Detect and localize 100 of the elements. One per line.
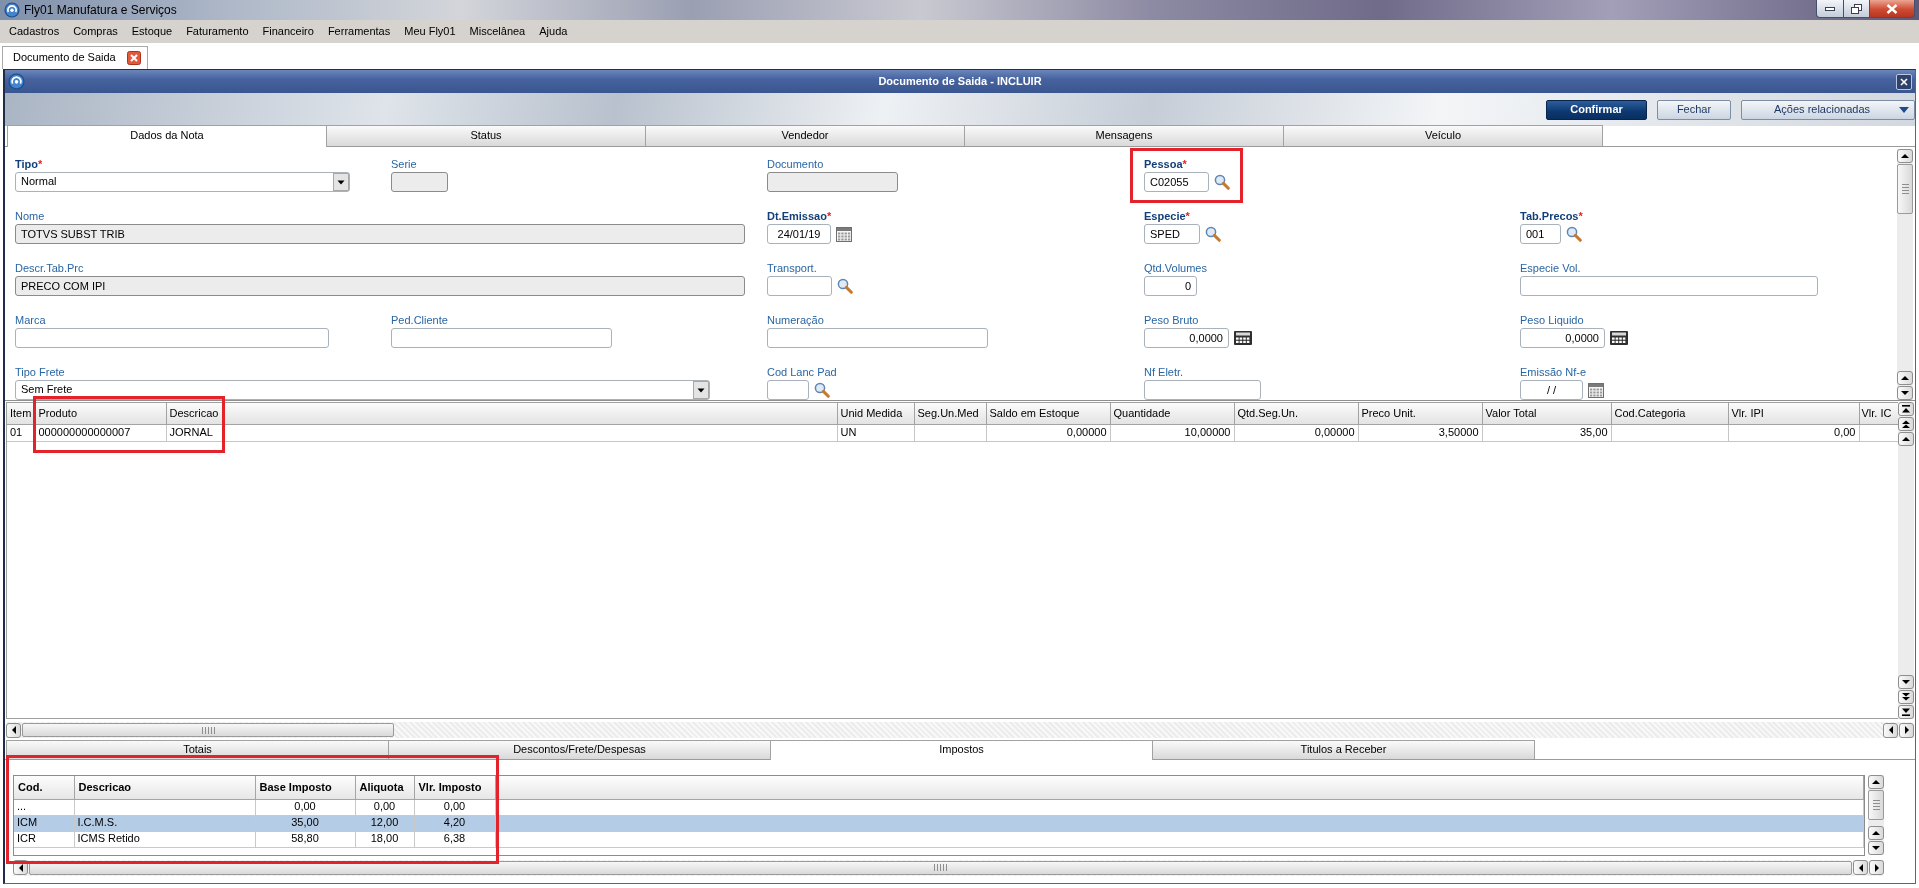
- scroll-left-button[interactable]: [1883, 722, 1898, 738]
- horizontal-scrollbar[interactable]: [6, 722, 1914, 738]
- left-arrow-icon: [1857, 863, 1864, 872]
- search-icon[interactable]: [1205, 226, 1221, 242]
- scroll-right-button[interactable]: [1869, 860, 1884, 875]
- scroll-down-button[interactable]: [1898, 675, 1914, 689]
- scroll-top-button[interactable]: [1898, 402, 1914, 416]
- lookup-field[interactable]: [767, 276, 832, 296]
- down-arrow-icon: [1902, 679, 1910, 685]
- double-up-arrow-icon: [1902, 420, 1910, 428]
- column-header: Cod.: [14, 776, 74, 799]
- date-field[interactable]: 24/01/19: [767, 224, 831, 244]
- search-icon[interactable]: [1566, 226, 1582, 242]
- scroll-right-button[interactable]: [1899, 722, 1914, 738]
- scrollbar-thumb[interactable]: [1868, 790, 1884, 820]
- tab[interactable]: Descontos/Frete/Despesas: [388, 740, 771, 759]
- document-tab[interactable]: Documento de Saida: [2, 46, 148, 69]
- scroll-bottom-button[interactable]: [1898, 705, 1914, 719]
- scroll-left-button[interactable]: [6, 722, 21, 738]
- minimize-button[interactable]: [1816, 0, 1844, 18]
- calculator-icon[interactable]: [1234, 331, 1252, 345]
- menu-item[interactable]: Ferramentas: [320, 20, 398, 43]
- text-field[interactable]: [1144, 380, 1261, 400]
- table-cell: 0,00000: [1234, 424, 1358, 441]
- text-field[interactable]: TOTVS SUBST TRIB: [15, 224, 745, 244]
- logo-icon: [8, 73, 25, 90]
- lookup-field[interactable]: C02055: [1144, 172, 1209, 192]
- calendar-icon[interactable]: [1588, 382, 1604, 398]
- text-field[interactable]: [15, 328, 329, 348]
- tab[interactable]: Titulos a Receber: [1152, 740, 1535, 759]
- tab[interactable]: Mensagens: [964, 125, 1284, 146]
- search-icon[interactable]: [1214, 174, 1230, 190]
- search-icon[interactable]: [837, 278, 853, 294]
- scroll-up-button[interactable]: [1897, 149, 1913, 163]
- caret-icon: [333, 173, 349, 191]
- text-field[interactable]: PRECO COM IPI: [15, 276, 745, 296]
- menu-item[interactable]: Miscelânea: [462, 20, 533, 43]
- vertical-scrollbar[interactable]: [1898, 402, 1914, 719]
- field-label: Emissão Nf-e: [1520, 366, 1588, 380]
- caret-icon: [1899, 106, 1909, 113]
- menu-item[interactable]: Cadastros: [2, 20, 67, 43]
- restore-button[interactable]: [1844, 0, 1870, 18]
- menu-item[interactable]: Ajuda: [532, 20, 575, 43]
- vertical-scrollbar[interactable]: [1868, 775, 1884, 855]
- tab[interactable]: Veículo: [1283, 125, 1603, 146]
- column-header: Cod.Categoria: [1611, 403, 1728, 424]
- vertical-scrollbar[interactable]: [1897, 149, 1913, 400]
- table-cell: ICMS Retido: [74, 831, 255, 847]
- number-field[interactable]: 0,0000: [1520, 328, 1605, 348]
- primary-button[interactable]: Confirmar: [1546, 99, 1647, 120]
- text-field[interactable]: [767, 328, 988, 348]
- dropdown-field[interactable]: Normal: [15, 172, 350, 192]
- number-field[interactable]: 0: [1144, 276, 1197, 296]
- calculator-icon[interactable]: [1610, 331, 1628, 345]
- menu-item[interactable]: Compras: [66, 20, 125, 43]
- tab[interactable]: Status: [326, 125, 646, 146]
- scrollbar-thumb[interactable]: [1897, 164, 1913, 214]
- lookup-field[interactable]: [767, 380, 809, 400]
- menu-item[interactable]: Meu Fly01: [397, 20, 463, 43]
- field-label: Transport.: [767, 262, 818, 276]
- page-down-button[interactable]: [1898, 690, 1914, 704]
- tab[interactable]: Vendedor: [645, 125, 965, 146]
- table-cell: 35,00: [1482, 424, 1611, 441]
- scroll-down-button[interactable]: [1897, 386, 1913, 400]
- scrollbar-thumb[interactable]: [22, 723, 394, 737]
- app-title: Fly01 Manufatura e Serviços: [24, 2, 177, 18]
- date-field[interactable]: / /: [1520, 380, 1583, 400]
- text-field[interactable]: [391, 172, 448, 192]
- text-field[interactable]: [391, 328, 612, 348]
- down-arrow-icon: [1901, 390, 1909, 396]
- field-label: Dt.Emissao*: [767, 210, 833, 224]
- close-button[interactable]: [1870, 0, 1915, 18]
- action-button[interactable]: Fechar: [1657, 99, 1731, 120]
- scroll-up-button[interactable]: [1897, 371, 1913, 385]
- tab[interactable]: Impostos: [770, 740, 1153, 760]
- number-field[interactable]: 0,0000: [1144, 328, 1229, 348]
- menu-item[interactable]: Faturamento: [179, 20, 256, 43]
- table-cell: 18,00: [355, 831, 414, 847]
- table-cell: ...: [14, 799, 74, 815]
- tab[interactable]: Dados da Nota: [7, 125, 327, 147]
- lookup-field[interactable]: SPED: [1144, 224, 1200, 244]
- down-arrow-icon: [1872, 845, 1880, 851]
- dropdown-field[interactable]: Sem Frete: [15, 380, 710, 400]
- scroll-up-button[interactable]: [1868, 775, 1884, 789]
- dropdown-button[interactable]: Ações relacionadas: [1741, 99, 1915, 120]
- close-icon[interactable]: [127, 51, 141, 65]
- text-field[interactable]: [1520, 276, 1818, 296]
- table-row[interactable]: 01 000000000000007 JORNAL UN 0,00000 10,00000 0,00000 3,50000 35,00 0,00: [7, 424, 1898, 441]
- lookup-field[interactable]: 001: [1520, 224, 1561, 244]
- scroll-up-button[interactable]: [1898, 432, 1914, 446]
- scroll-down-button[interactable]: [1868, 841, 1884, 855]
- search-icon[interactable]: [814, 382, 830, 398]
- scroll-up-button[interactable]: [1868, 826, 1884, 840]
- text-field[interactable]: [767, 172, 898, 192]
- menu-item[interactable]: Estoque: [124, 20, 180, 43]
- menu-item[interactable]: Financeiro: [255, 20, 321, 43]
- field-label: Tab.Precos*: [1520, 210, 1583, 224]
- page-up-button[interactable]: [1898, 417, 1914, 431]
- calendar-icon[interactable]: [836, 226, 852, 242]
- scroll-left-button[interactable]: [1853, 860, 1868, 875]
